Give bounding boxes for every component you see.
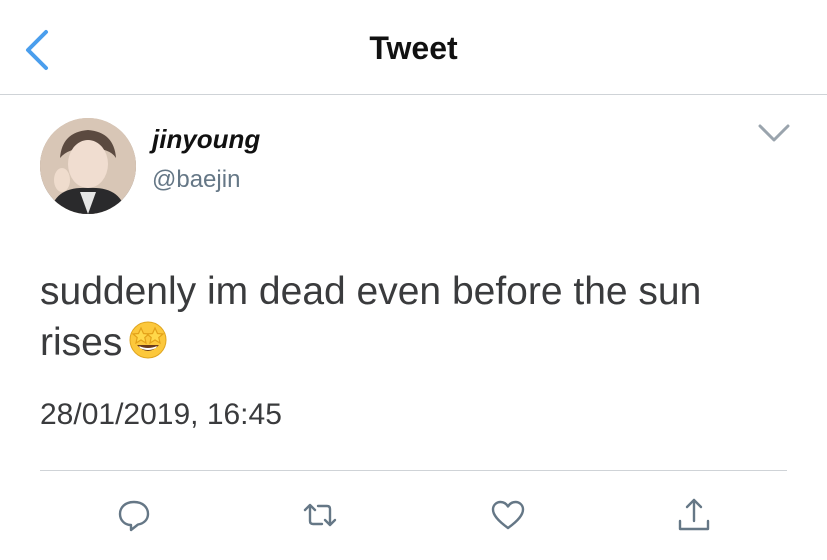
- top-navigation-bar: Tweet: [0, 0, 827, 95]
- heart-icon: [491, 500, 525, 530]
- avatar-photo: [40, 118, 136, 214]
- page-title: Tweet: [369, 30, 458, 66]
- retweet-button[interactable]: [300, 495, 340, 535]
- tweet-timestamp: 28/01/2019, 16:45: [40, 398, 282, 431]
- retweet-icon: [303, 503, 337, 527]
- share-icon: [678, 498, 710, 531]
- more-options-button[interactable]: [756, 120, 792, 148]
- author-handle[interactable]: @baejin: [152, 166, 240, 194]
- reply-button[interactable]: [114, 495, 154, 535]
- reply-icon: [118, 500, 150, 532]
- like-button[interactable]: [488, 495, 528, 535]
- tweet-text: suddenly im dead even before the sun ris…: [40, 266, 780, 374]
- star-struck-emoji: [126, 317, 170, 374]
- author-display-name[interactable]: jinyoung: [152, 124, 260, 155]
- action-bar: [0, 495, 827, 535]
- chevron-down-icon: [758, 124, 790, 142]
- divider: [40, 470, 787, 471]
- share-button[interactable]: [674, 495, 714, 535]
- avatar[interactable]: [40, 118, 136, 214]
